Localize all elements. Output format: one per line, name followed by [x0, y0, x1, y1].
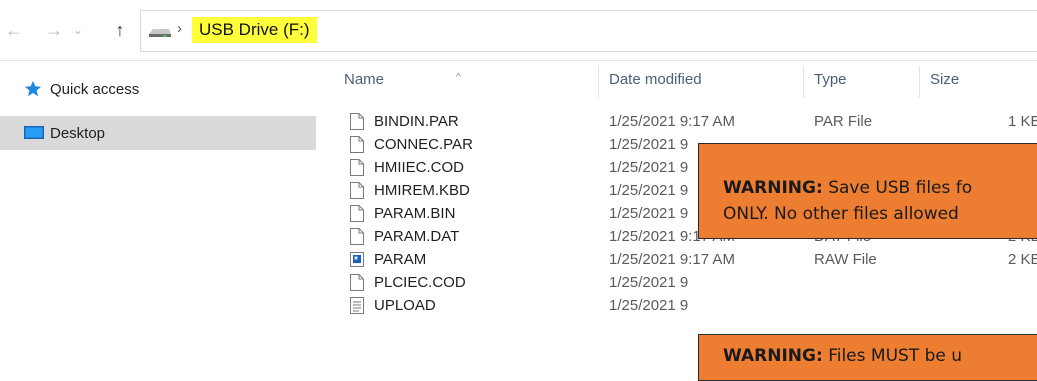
sidebar-item-quick-access[interactable]: Quick access: [0, 72, 316, 106]
file-size: 2 KB: [1008, 251, 1037, 268]
file-date: 1/25/2021 9: [609, 136, 689, 153]
file-date: 1/25/2021 9: [609, 274, 689, 291]
file-icon: [350, 182, 364, 199]
column-header-name[interactable]: Name ^: [344, 70, 461, 90]
warning-text-line1: Save USB files fo: [828, 178, 973, 198]
column-header-label: Name: [344, 71, 385, 88]
sidebar-item-desktop[interactable]: Desktop: [0, 116, 316, 150]
column-header-type[interactable]: Type: [814, 70, 847, 90]
sidebar-item-label: Quick access: [50, 80, 140, 98]
file-row[interactable]: BINDIN.PAR 1/25/2021 9:17 AM PAR File 1 …: [316, 110, 1037, 133]
raw-file-icon: [350, 252, 364, 267]
column-header-date-modified[interactable]: Date modified: [609, 70, 702, 90]
back-arrow-icon[interactable]: ←: [2, 18, 26, 42]
file-date: 1/25/2021 9: [609, 159, 689, 176]
warning-text-line1: Files MUST be u: [828, 346, 963, 366]
file-size: 1 KB: [1008, 113, 1037, 130]
file-name: PARAM.DAT: [374, 228, 460, 245]
usb-drive-icon: [149, 29, 171, 37]
file-icon: [350, 205, 364, 222]
address-field[interactable]: › USB Drive (F:): [140, 10, 1037, 52]
file-date: 1/25/2021 9:17 AM: [609, 251, 735, 268]
file-icon: [350, 159, 364, 176]
file-date: 1/25/2021 9: [609, 205, 689, 222]
file-name: PLCIEC.COD: [374, 274, 466, 291]
file-name: UPLOAD: [374, 297, 436, 314]
file-icon: [350, 228, 364, 245]
warning-label: WARNING:: [723, 178, 823, 198]
file-icon: [350, 113, 364, 130]
file-row[interactable]: PLCIEC.COD 1/25/2021 9: [316, 271, 1037, 294]
sort-ascending-icon: ^: [456, 72, 461, 83]
file-date: 1/25/2021 9: [609, 182, 689, 199]
sidebar-item-label: Desktop: [50, 124, 106, 142]
file-date: 1/25/2021 9:17 AM: [609, 113, 735, 130]
file-icon: [350, 136, 364, 153]
navigation-pane: Quick access Desktop: [0, 60, 316, 379]
chevron-down-icon[interactable]: ⌄: [66, 18, 90, 42]
file-name: CONNEC.PAR: [374, 136, 473, 153]
column-header-size[interactable]: Size: [930, 70, 959, 90]
file-type: RAW File: [814, 251, 877, 268]
file-date: 1/25/2021 9: [609, 297, 689, 314]
breadcrumb-separator: ›: [177, 20, 182, 37]
file-name: PARAM: [374, 251, 427, 268]
warning-text-line2: ONLY. No other files allowed: [723, 204, 959, 224]
column-divider[interactable]: [803, 66, 804, 98]
file-type: PAR File: [814, 113, 873, 130]
file-name: PARAM.BIN: [374, 205, 456, 222]
column-divider[interactable]: [598, 66, 599, 98]
desktop-icon: [24, 125, 44, 141]
text-file-icon: [350, 297, 364, 314]
forward-arrow-icon[interactable]: →: [42, 18, 66, 42]
file-row[interactable]: UPLOAD 1/25/2021 9: [316, 294, 1037, 317]
file-name: HMIREM.KBD: [374, 182, 470, 199]
warning-callout-files-must: WARNING: Files MUST be u: [698, 334, 1037, 381]
file-icon: [350, 274, 364, 291]
up-arrow-icon[interactable]: ↑: [108, 18, 132, 42]
address-bar-region: ← → ⌄ ↑ › USB Drive (F:): [0, 0, 1037, 61]
warning-label: WARNING:: [723, 346, 823, 366]
file-name: HMIIEC.COD: [374, 159, 464, 176]
breadcrumb-usb-drive[interactable]: USB Drive (F:): [192, 17, 317, 43]
column-divider[interactable]: [919, 66, 920, 98]
star-icon: [24, 80, 44, 98]
file-name: BINDIN.PAR: [374, 113, 459, 130]
file-row[interactable]: PARAM 1/25/2021 9:17 AM RAW File 2 KB: [316, 248, 1037, 271]
warning-callout-usb-files: WARNING: Save USB files fo ONLY. No othe…: [698, 143, 1037, 239]
